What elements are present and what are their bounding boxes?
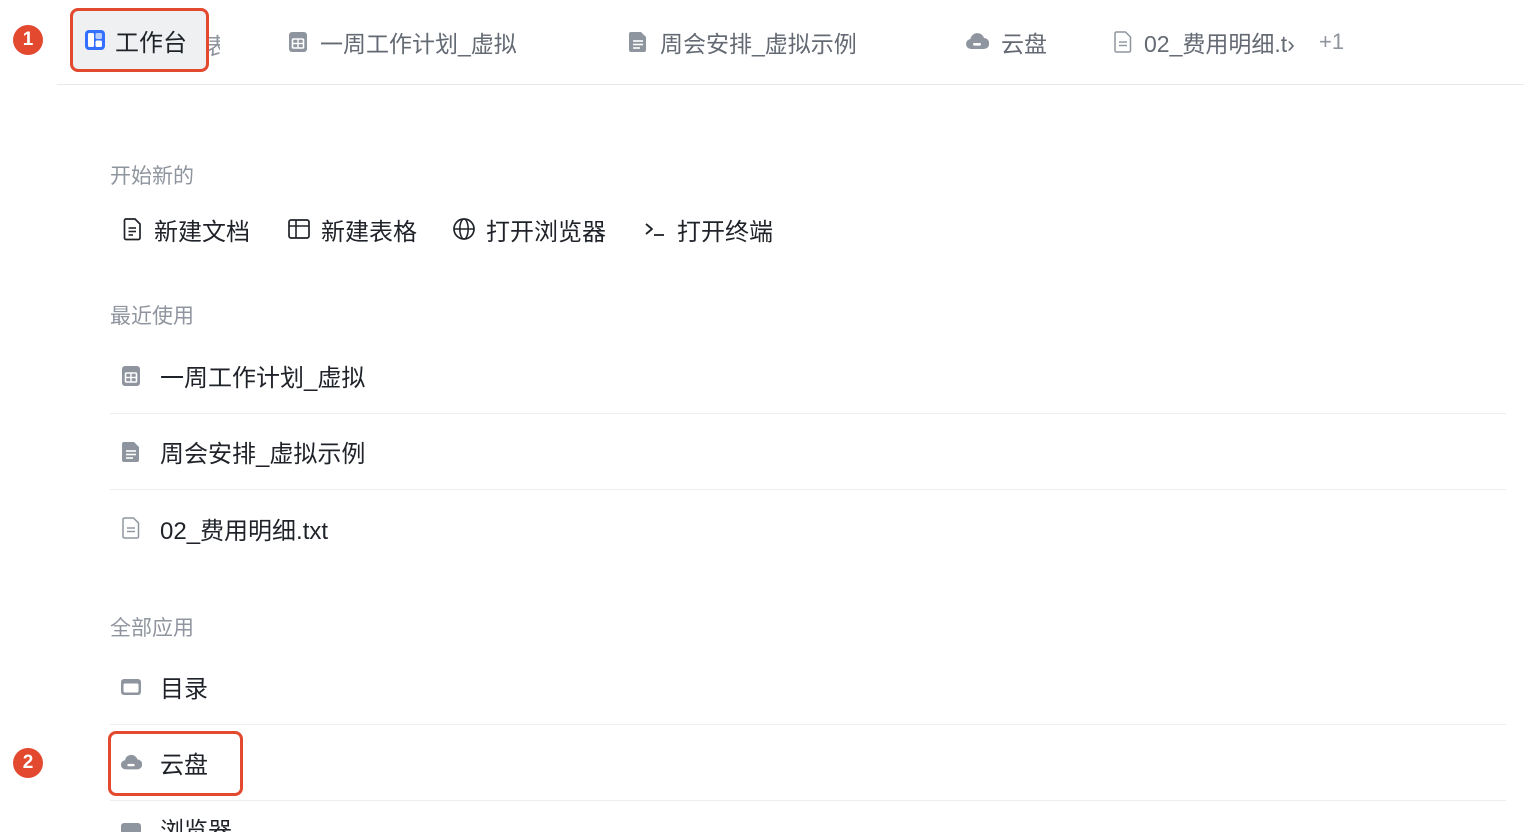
recent-item-weekly-meeting[interactable]: 周会安排_虚拟示例 (110, 414, 1506, 490)
browser-icon (120, 820, 142, 832)
recent-item-label: 一周工作计划_虚拟 (160, 365, 366, 392)
recent-item-expense-file[interactable]: 02_费用明细.txt (110, 490, 1506, 566)
action-label: 打开浏览器 (486, 218, 606, 246)
action-label: 新建文档 (154, 218, 250, 246)
doc-icon (628, 31, 648, 53)
tab-weekly-plan[interactable]: 一周工作计划_虚拟 (288, 0, 517, 84)
tab-label: 02_费用明细.t› (1144, 31, 1295, 57)
new-doc-icon (122, 217, 144, 241)
app-item-cloud-drive[interactable]: 云盘 (110, 725, 1506, 801)
tab-expense-file[interactable]: 02_费用明细.t› (1114, 0, 1295, 84)
tab-label: 一周工作计划_虚拟 (320, 31, 517, 57)
new-sheet-button[interactable]: 新建表格 (287, 208, 417, 250)
section-title-recent: 最近使用 (110, 305, 194, 328)
new-doc-button[interactable]: 新建文档 (122, 208, 250, 250)
cloud-drive-icon (120, 752, 142, 774)
sheet-icon (288, 31, 308, 53)
app-item-label: 云盘 (160, 752, 208, 779)
text-file-icon (1114, 31, 1132, 53)
sheet-icon (120, 365, 142, 387)
tab-overflow-count[interactable]: +1 (1319, 29, 1344, 55)
annotation-badge-2: 2 (13, 748, 43, 778)
app-item-label: 浏览器 (160, 818, 232, 832)
cloud-drive-icon (965, 32, 989, 52)
app-item-browser[interactable]: 浏览器 (110, 802, 1506, 832)
tab-weekly-meeting[interactable]: 周会安排_虚拟示例 (628, 0, 857, 84)
recent-item-weekly-plan[interactable]: 一周工作计划_虚拟 (110, 338, 1506, 414)
open-browser-button[interactable]: 打开浏览器 (452, 208, 606, 250)
text-file-icon (120, 517, 142, 539)
annotation-badge-1: 1 (13, 25, 43, 55)
folder-icon (120, 676, 142, 698)
new-sheet-icon (287, 218, 311, 240)
section-title-all-apps: 全部应用 (110, 617, 194, 640)
recent-item-label: 02_费用明细.txt (160, 517, 329, 545)
action-label: 打开终端 (677, 218, 773, 246)
tab-label: 云盘 (1001, 31, 1047, 57)
workbench-icon (84, 29, 106, 51)
action-label: 新建表格 (321, 218, 417, 246)
app-item-directory[interactable]: 目录 (110, 649, 1506, 725)
section-title-start-new: 开始新的 (110, 165, 194, 188)
truncated-tab-text: 表 (206, 33, 220, 59)
tab-label: 周会安排_虚拟示例 (660, 31, 857, 57)
open-terminal-button[interactable]: 打开终端 (643, 208, 773, 250)
terminal-icon (643, 218, 667, 240)
tab-workbench[interactable]: 工作台 (72, 10, 206, 70)
tab-cloud-drive[interactable]: 云盘 (965, 0, 1047, 84)
doc-icon (120, 441, 142, 463)
app-item-label: 目录 (160, 676, 208, 703)
globe-icon (452, 217, 476, 241)
tab-label: 工作台 (115, 29, 187, 57)
recent-item-label: 周会安排_虚拟示例 (160, 441, 366, 468)
